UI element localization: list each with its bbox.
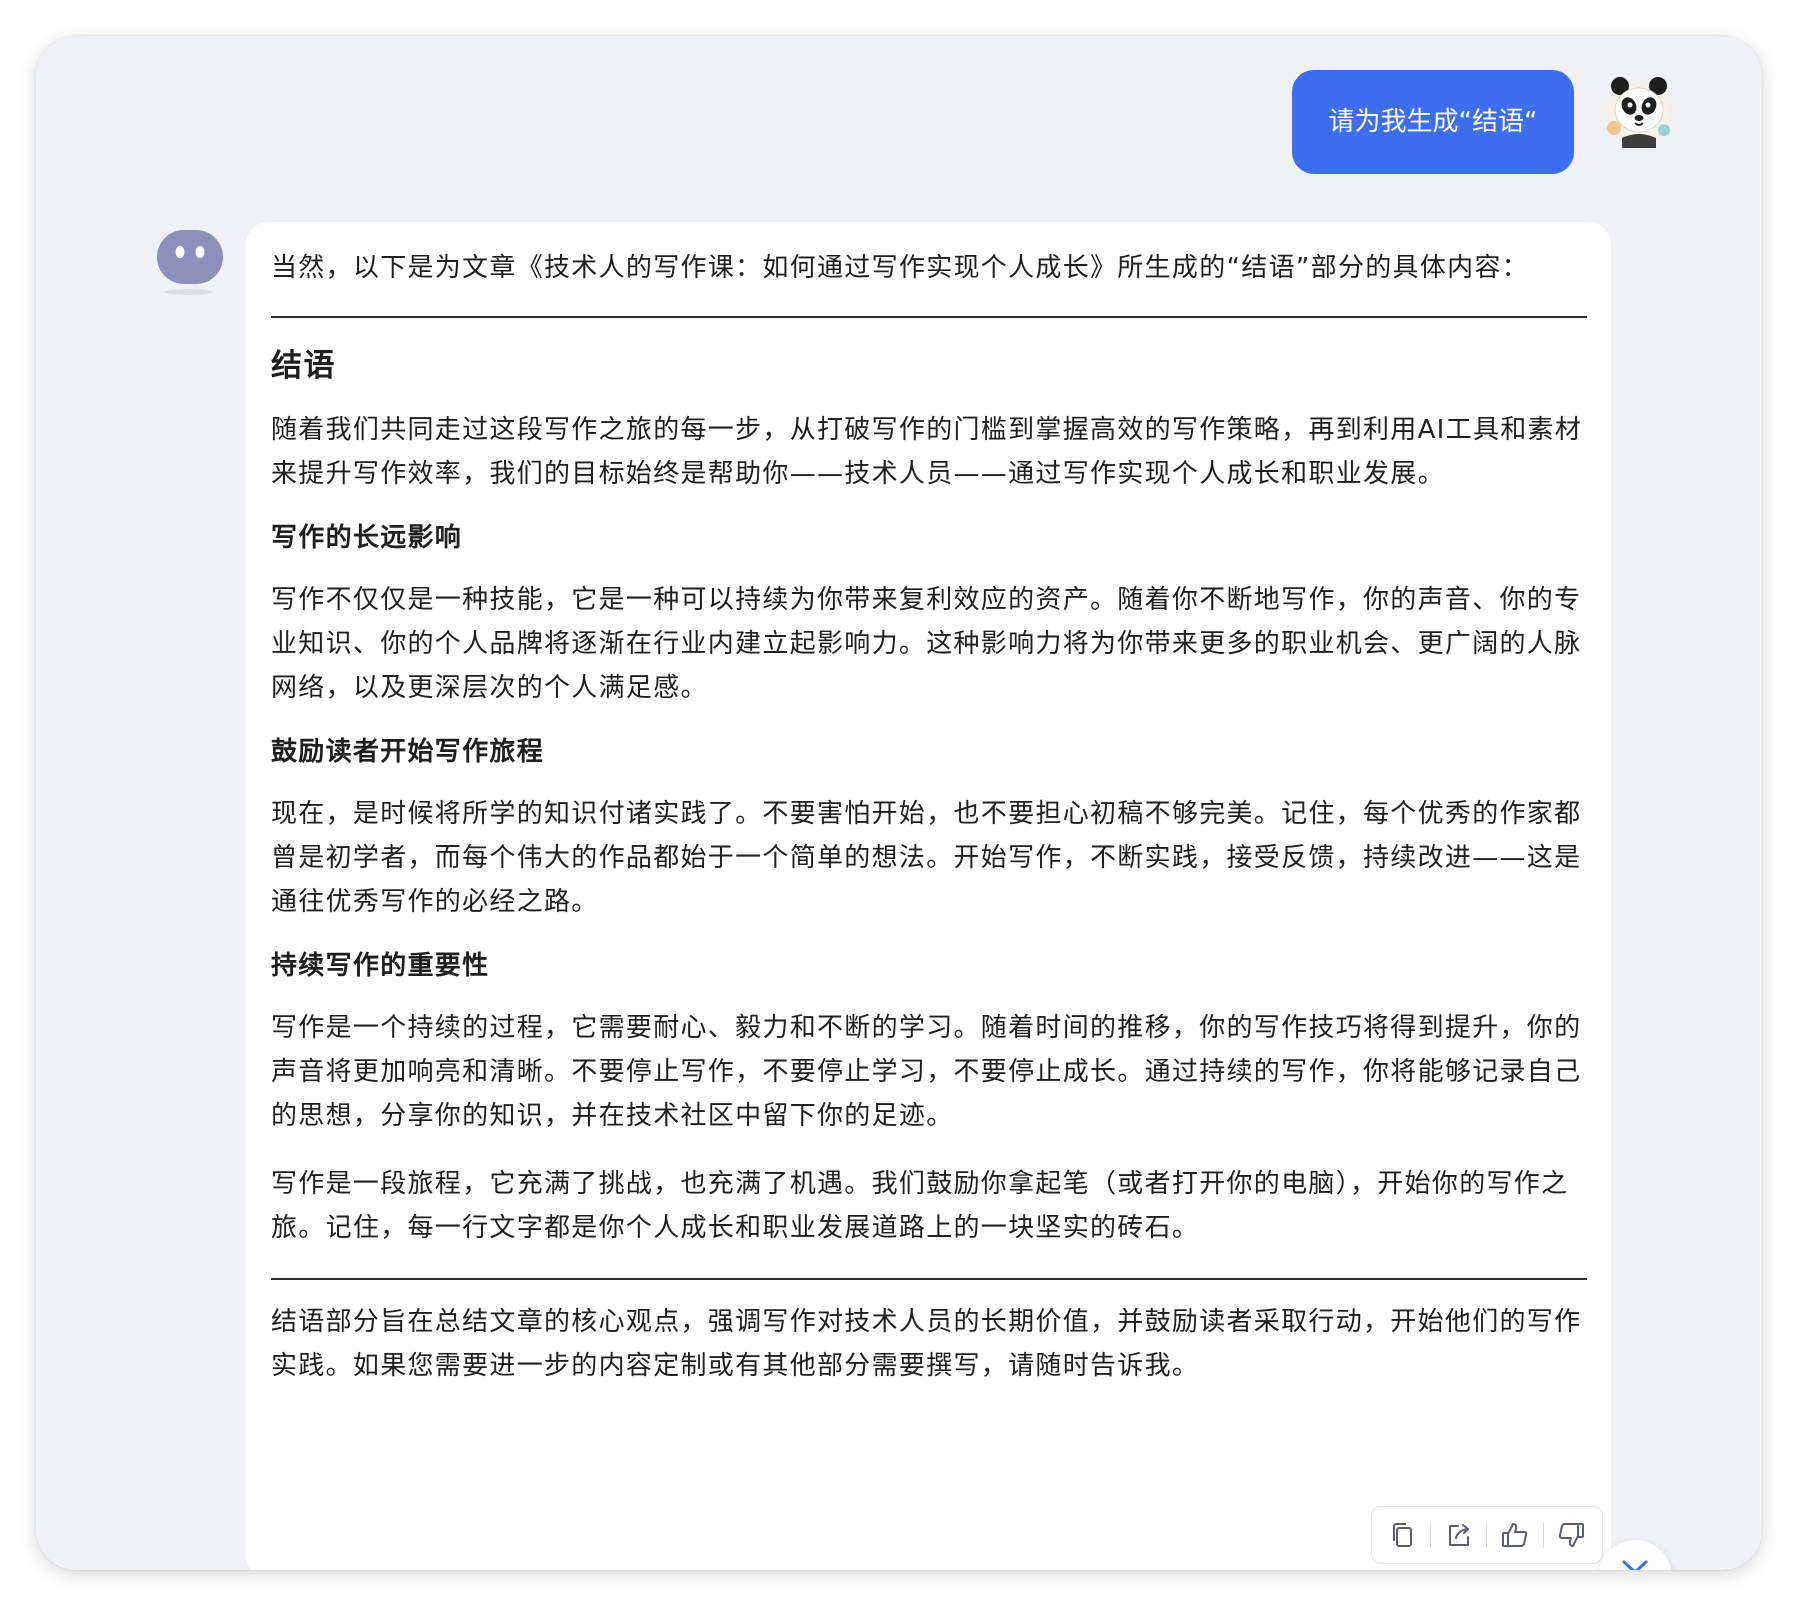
section-body: 写作是一个持续的过程，它需要耐心、毅力和不断的学习。随着时间的推移，你的写作技巧… bbox=[271, 1013, 1582, 1131]
thumbs-down-icon bbox=[1558, 1523, 1585, 1547]
divider bbox=[271, 316, 1587, 318]
answer-heading: 结语 bbox=[271, 348, 336, 384]
closing-paragraph: 写作是一段旅程，它充满了挑战，也充满了机遇。我们鼓励你拿起笔（或者打开你的电脑）… bbox=[271, 1169, 1569, 1243]
action-separator bbox=[1486, 1522, 1488, 1548]
action-separator bbox=[1542, 1522, 1544, 1548]
message-action-bar bbox=[1371, 1506, 1603, 1564]
assistant-answer-card: 当然，以下是为文章《技术人的写作课：如何通过写作实现个人成长》所生成的“结语”部… bbox=[246, 222, 1611, 1570]
chevron-down-icon bbox=[1622, 1560, 1648, 1570]
user-message-bubble: 请为我生成“结语“ bbox=[1292, 70, 1574, 174]
section-title: 鼓励读者开始写作旅程 bbox=[271, 737, 545, 767]
robot-avatar-icon bbox=[156, 228, 226, 298]
action-separator bbox=[1430, 1522, 1432, 1548]
share-icon bbox=[1448, 1524, 1469, 1546]
thumbs-up-icon bbox=[1502, 1523, 1528, 1547]
answer-intro: 当然，以下是为文章《技术人的写作课：如何通过写作实现个人成长》所生成的“结语”部… bbox=[271, 253, 1530, 283]
section-body: 现在，是时候将所学的知识付诸实践了。不要害怕开始，也不要担心初稿不够完美。记住，… bbox=[271, 799, 1582, 917]
share-button[interactable] bbox=[1437, 1513, 1481, 1557]
final-note: 结语部分旨在总结文章的核心观点，强调写作对技术人员的长期价值，并鼓励读者采取行动… bbox=[271, 1307, 1582, 1381]
lead-paragraph: 随着我们共同走过这段写作之旅的每一步，从打破写作的门槛到掌握高效的写作策略，再到… bbox=[271, 415, 1583, 489]
dislike-button[interactable] bbox=[1549, 1513, 1593, 1557]
like-button[interactable] bbox=[1493, 1513, 1537, 1557]
panda-avatar-icon bbox=[1600, 70, 1678, 148]
section-title: 写作的长远影响 bbox=[271, 523, 463, 553]
chat-window: 请为我生成“结语“ 当然，以下是为文章《技术人的写作课：如何通过写作实现个人成长… bbox=[36, 36, 1762, 1570]
section-title: 持续写作的重要性 bbox=[271, 951, 490, 981]
copy-icon bbox=[1392, 1523, 1412, 1547]
divider bbox=[271, 1278, 1587, 1280]
copy-button[interactable] bbox=[1381, 1513, 1425, 1557]
section-body: 写作不仅仅是一种技能，它是一种可以持续为你带来复利效应的资产。随着你不断地写作，… bbox=[271, 585, 1582, 703]
